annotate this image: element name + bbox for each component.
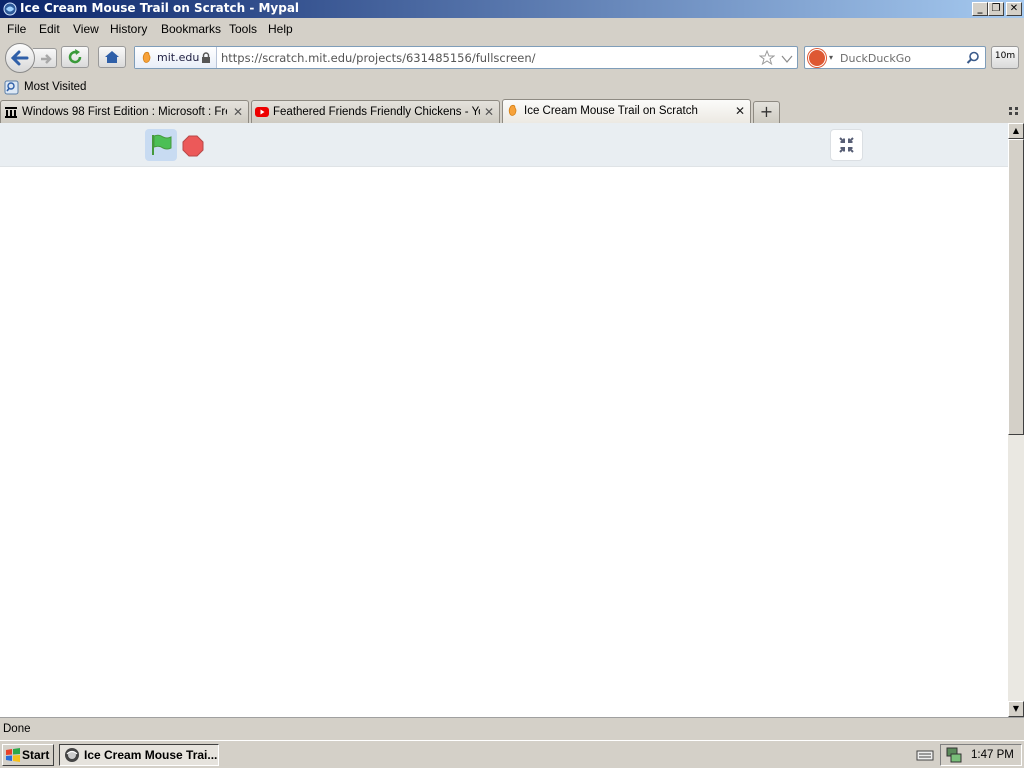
restore-button[interactable]: ❐	[988, 2, 1004, 16]
url-bar[interactable]: mit.edu https://scratch.mit.edu/projects…	[134, 46, 798, 69]
menu-tools[interactable]: Tools	[229, 22, 257, 36]
menu-file[interactable]: File	[7, 22, 26, 36]
tab-strip: Windows 98 First Edition : Microsoft : F…	[0, 98, 1024, 123]
menu-bar: File Edit View History Bookmarks Tools H…	[0, 19, 1024, 39]
engine-dropdown-icon[interactable]: ▾	[829, 53, 833, 62]
search-bar[interactable]: ▾ DuckDuckGo	[804, 46, 986, 69]
title-bar: Ice Cream Mouse Trail on Scratch - Mypal…	[0, 0, 1024, 18]
windows-logo-icon	[6, 748, 20, 762]
tab-label: Feathered Friends Friendly Chickens - Yo…	[273, 106, 480, 118]
search-icon[interactable]	[966, 51, 980, 65]
network-icon[interactable]	[945, 747, 963, 763]
menu-help[interactable]: Help	[268, 22, 293, 36]
scratch-favicon	[142, 51, 151, 63]
page-content	[0, 123, 1008, 717]
start-button[interactable]: Start	[2, 744, 54, 766]
menu-history[interactable]: History	[110, 22, 147, 36]
tab-label: Ice Cream Mouse Trail on Scratch	[524, 105, 698, 117]
tab-ice-cream-scratch[interactable]: Ice Cream Mouse Trail on Scratch ✕	[502, 99, 751, 123]
window-title: Ice Cream Mouse Trail on Scratch - Mypal	[20, 1, 300, 15]
start-label: Start	[22, 748, 50, 762]
site-identity-button[interactable]: mit.edu	[135, 47, 217, 68]
scratch-stage[interactable]	[0, 167, 1008, 717]
stop-button[interactable]	[182, 135, 204, 157]
system-tray: 1:47 PM	[940, 744, 1022, 766]
browser-icon	[65, 748, 79, 762]
home-button[interactable]	[98, 46, 126, 68]
identity-site-label: mit.edu	[157, 51, 200, 64]
bookmarks-toolbar: Most Visited	[0, 77, 1024, 98]
minimize-button[interactable]: _	[972, 2, 988, 16]
forward-button[interactable]	[33, 48, 57, 68]
close-tab-icon[interactable]: ✕	[233, 105, 243, 119]
new-tab-button[interactable]: +	[753, 101, 780, 123]
star-icon[interactable]	[759, 50, 775, 66]
duckduckgo-icon[interactable]	[808, 49, 826, 67]
arrow-right-icon	[41, 54, 52, 64]
scroll-up-button[interactable]: ▲	[1008, 123, 1024, 139]
archive-org-icon	[5, 107, 17, 118]
green-flag-button[interactable]	[145, 129, 177, 161]
reload-button[interactable]	[61, 46, 89, 68]
scratch-favicon	[508, 104, 517, 116]
home-icon	[105, 51, 119, 63]
menu-bookmarks[interactable]: Bookmarks	[161, 22, 221, 36]
reload-icon	[68, 49, 82, 64]
most-visited-icon	[4, 80, 19, 95]
menu-view[interactable]: View	[73, 22, 99, 36]
lock-icon	[202, 52, 210, 63]
back-button[interactable]	[5, 43, 35, 73]
scratch-player-controls	[0, 123, 1008, 167]
app-icon	[3, 2, 17, 16]
close-tab-icon[interactable]: ✕	[735, 104, 745, 118]
nav-toolbar: mit.edu https://scratch.mit.edu/projects…	[0, 40, 1024, 76]
close-tab-icon[interactable]: ✕	[484, 105, 494, 119]
exit-fullscreen-icon	[839, 137, 854, 153]
status-text: Done	[3, 723, 31, 735]
tab-feathered-friends[interactable]: Feathered Friends Friendly Chickens - Yo…	[251, 100, 500, 123]
tab-windows98[interactable]: Windows 98 First Edition : Microsoft : F…	[0, 100, 249, 123]
arrow-left-icon	[10, 50, 29, 66]
bookmark-label: Most Visited	[24, 81, 87, 93]
status-bar: Done	[0, 717, 1024, 739]
stop-sign-icon	[182, 135, 204, 157]
dropdown-arrow-icon[interactable]	[781, 54, 793, 64]
exit-fullscreen-button[interactable]	[830, 129, 863, 161]
youtube-icon	[255, 107, 269, 117]
close-window-button[interactable]: ✕	[1006, 2, 1022, 16]
list-all-tabs-icon[interactable]	[1008, 105, 1020, 117]
addon-button[interactable]: 10m	[991, 46, 1019, 69]
scroll-down-button[interactable]: ▼	[1008, 701, 1024, 717]
green-flag-icon	[152, 134, 172, 155]
taskbar: Start Ice Cream Mouse Trai... 1:47 PM	[0, 740, 1024, 768]
scroll-thumb[interactable]	[1008, 139, 1024, 435]
search-input[interactable]: DuckDuckGo	[840, 52, 911, 65]
clock[interactable]: 1:47 PM	[971, 749, 1014, 761]
keyboard-icon[interactable]	[916, 748, 934, 762]
taskbar-window-button[interactable]: Ice Cream Mouse Trai...	[59, 744, 219, 766]
menu-edit[interactable]: Edit	[39, 22, 60, 36]
tab-label: Windows 98 First Edition : Microsoft : F…	[22, 106, 227, 118]
url-text: https://scratch.mit.edu/projects/6314851…	[221, 51, 536, 65]
vertical-scrollbar[interactable]: ▲ ▼	[1008, 123, 1024, 717]
taskbar-window-label: Ice Cream Mouse Trai...	[84, 748, 218, 762]
